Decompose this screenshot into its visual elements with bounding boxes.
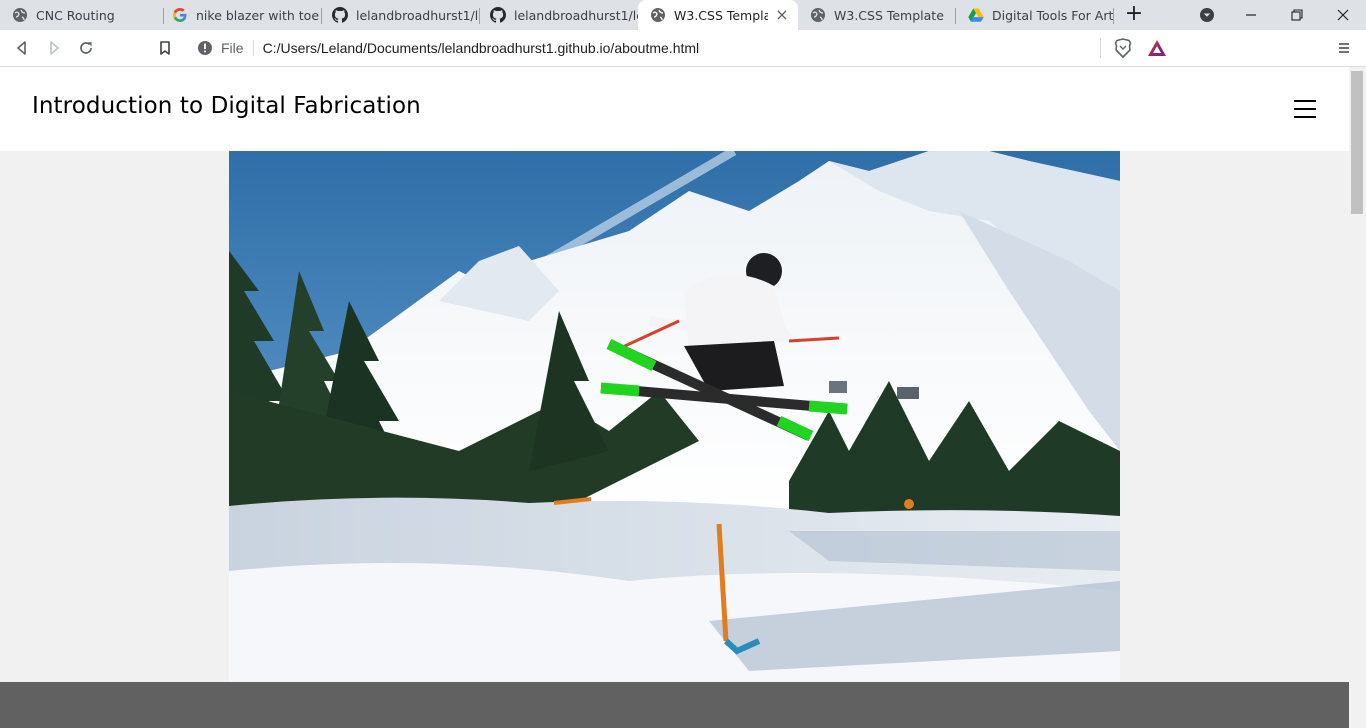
forward-button[interactable]: [42, 36, 66, 60]
reload-button[interactable]: [74, 36, 98, 60]
tab-digital-tools[interactable]: Digital Tools For Art &: [956, 0, 1114, 30]
tab-label: nike blazer with toe pro: [196, 7, 320, 23]
tab-label: Digital Tools For Art &: [992, 7, 1114, 23]
restore-button[interactable]: [1274, 0, 1320, 30]
globe-icon: [810, 7, 826, 23]
close-tab-icon[interactable]: ×: [774, 7, 790, 23]
chevron-down-circle-icon: [1200, 8, 1214, 22]
page-content: Introduction to Digital Fabrication: [0, 67, 1349, 728]
vertical-scrollbar[interactable]: [1349, 67, 1366, 728]
address-separator: [252, 40, 254, 56]
google-drive-icon: [968, 7, 984, 23]
restore-icon: [1291, 9, 1303, 21]
bookmark-icon: [160, 41, 170, 55]
tab-label: lelandbroadhurst1/lela: [356, 7, 478, 23]
extensions-divider: [1100, 38, 1101, 58]
minimize-icon: [1246, 14, 1256, 16]
footer-bar: [0, 682, 1349, 728]
tab-label: CNC Routing: [36, 7, 115, 23]
back-arrow-icon: [17, 41, 26, 55]
tab-w3css-2[interactable]: W3.CSS Template: [798, 0, 956, 30]
github-icon: [490, 7, 506, 23]
tab-github-1[interactable]: lelandbroadhurst1/lela: [320, 0, 478, 30]
address-bar[interactable]: File C:/Users/Leland/Documents/lelandbro…: [187, 34, 1179, 62]
new-tab-button[interactable]: +: [1122, 3, 1146, 27]
globe-icon: [650, 7, 666, 23]
browser-toolbar: File C:/Users/Leland/Documents/lelandbro…: [0, 30, 1366, 67]
tab-nike-blazer[interactable]: nike blazer with toe pro: [160, 0, 320, 30]
scheme-label: File: [221, 40, 244, 56]
minimize-button[interactable]: [1228, 0, 1274, 30]
tab-github-2[interactable]: lelandbroadhurst1/lela: [478, 0, 638, 30]
github-icon: [332, 7, 348, 23]
forward-arrow-icon: [50, 41, 59, 55]
brave-shields-icon[interactable]: [1111, 36, 1135, 60]
back-button[interactable]: [10, 36, 34, 60]
tab-w3css-active[interactable]: W3.CSS Template ×: [638, 0, 798, 30]
bookmark-button[interactable]: [153, 36, 177, 60]
tab-label: W3.CSS Template: [834, 7, 944, 23]
close-window-button[interactable]: [1320, 0, 1366, 30]
tab-search-button[interactable]: [1184, 0, 1230, 30]
scroll-thumb[interactable]: [1351, 71, 1363, 214]
globe-icon: [12, 7, 28, 23]
url-text[interactable]: C:/Users/Leland/Documents/lelandbroadhur…: [263, 40, 1100, 56]
hero-image: [229, 151, 1120, 682]
menu-button[interactable]: [1332, 36, 1356, 60]
menu-icon: [1339, 43, 1349, 53]
site-title[interactable]: Introduction to Digital Fabrication: [32, 93, 421, 119]
site-header: Introduction to Digital Fabrication: [0, 67, 1349, 151]
tab-strip: CNC Routing nike blazer with toe pro lel…: [0, 0, 1366, 30]
google-icon: [172, 7, 188, 23]
tab-label: lelandbroadhurst1/lela: [514, 7, 638, 23]
tab-label: W3.CSS Template: [674, 7, 768, 23]
close-icon: [1337, 9, 1349, 21]
tab-separator: [1113, 8, 1114, 24]
brave-rewards-icon[interactable]: [1145, 36, 1169, 60]
hamburger-menu-icon[interactable]: [1294, 97, 1316, 121]
info-icon[interactable]: [197, 40, 213, 56]
reload-icon: [80, 42, 92, 54]
tab-cnc-routing[interactable]: CNC Routing: [0, 0, 160, 30]
